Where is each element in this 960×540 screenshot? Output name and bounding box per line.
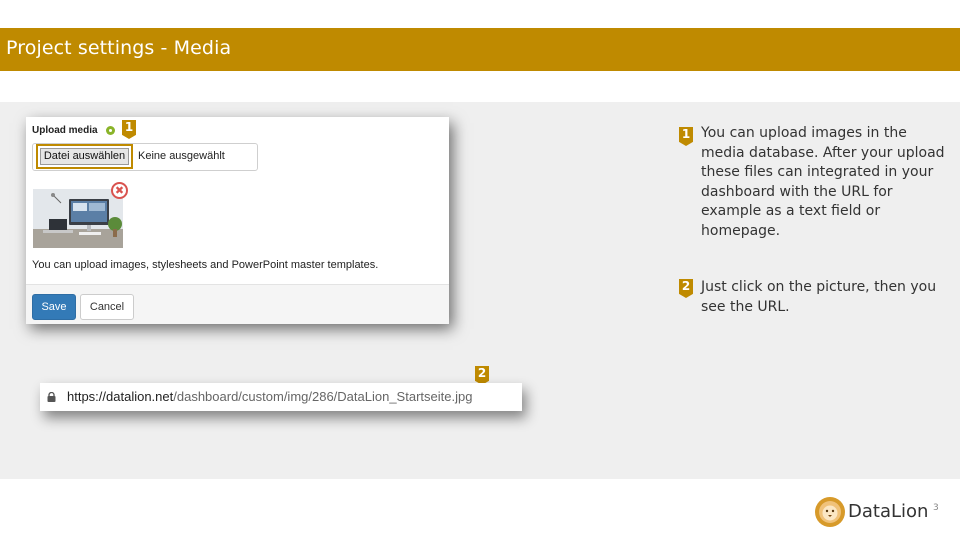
brand-name: DataLion xyxy=(848,501,929,522)
upload-help-text: You can upload images, stylesheets and P… xyxy=(32,259,379,271)
title-bar: Project settings - Media xyxy=(0,28,960,71)
url-host: https://datalion.net xyxy=(67,389,174,404)
upload-media-label: Upload media xyxy=(32,125,98,136)
lock-icon xyxy=(47,392,56,402)
url-bar[interactable]: https://datalion.net/dashboard/custom/im… xyxy=(40,383,522,411)
desk-photo xyxy=(33,189,123,248)
slide-title: Project settings - Media xyxy=(6,37,232,59)
url-text[interactable]: https://datalion.net/dashboard/custom/im… xyxy=(67,389,472,404)
panel-footer: Save Cancel xyxy=(26,284,449,324)
choose-file-button[interactable]: Datei auswählen xyxy=(40,148,129,165)
remove-image-icon[interactable]: ✖ xyxy=(111,182,128,199)
url-path: /dashboard/custom/img/286/DataLion_Start… xyxy=(173,389,473,404)
cancel-button[interactable]: Cancel xyxy=(80,294,134,320)
media-thumbnail[interactable] xyxy=(33,189,123,248)
file-status-text: Keine ausgewählt xyxy=(138,150,225,162)
note-2-text: Just click on the picture, then you see … xyxy=(701,279,937,315)
note-1-text: You can upload images in the media datab… xyxy=(701,125,945,239)
upload-media-panel: Upload media Datei auswählen Keine ausge… xyxy=(26,117,449,324)
page-number: 3 xyxy=(933,503,939,513)
save-button[interactable]: Save xyxy=(32,294,76,320)
datalion-logo-icon xyxy=(815,497,845,527)
help-icon[interactable] xyxy=(106,126,115,135)
